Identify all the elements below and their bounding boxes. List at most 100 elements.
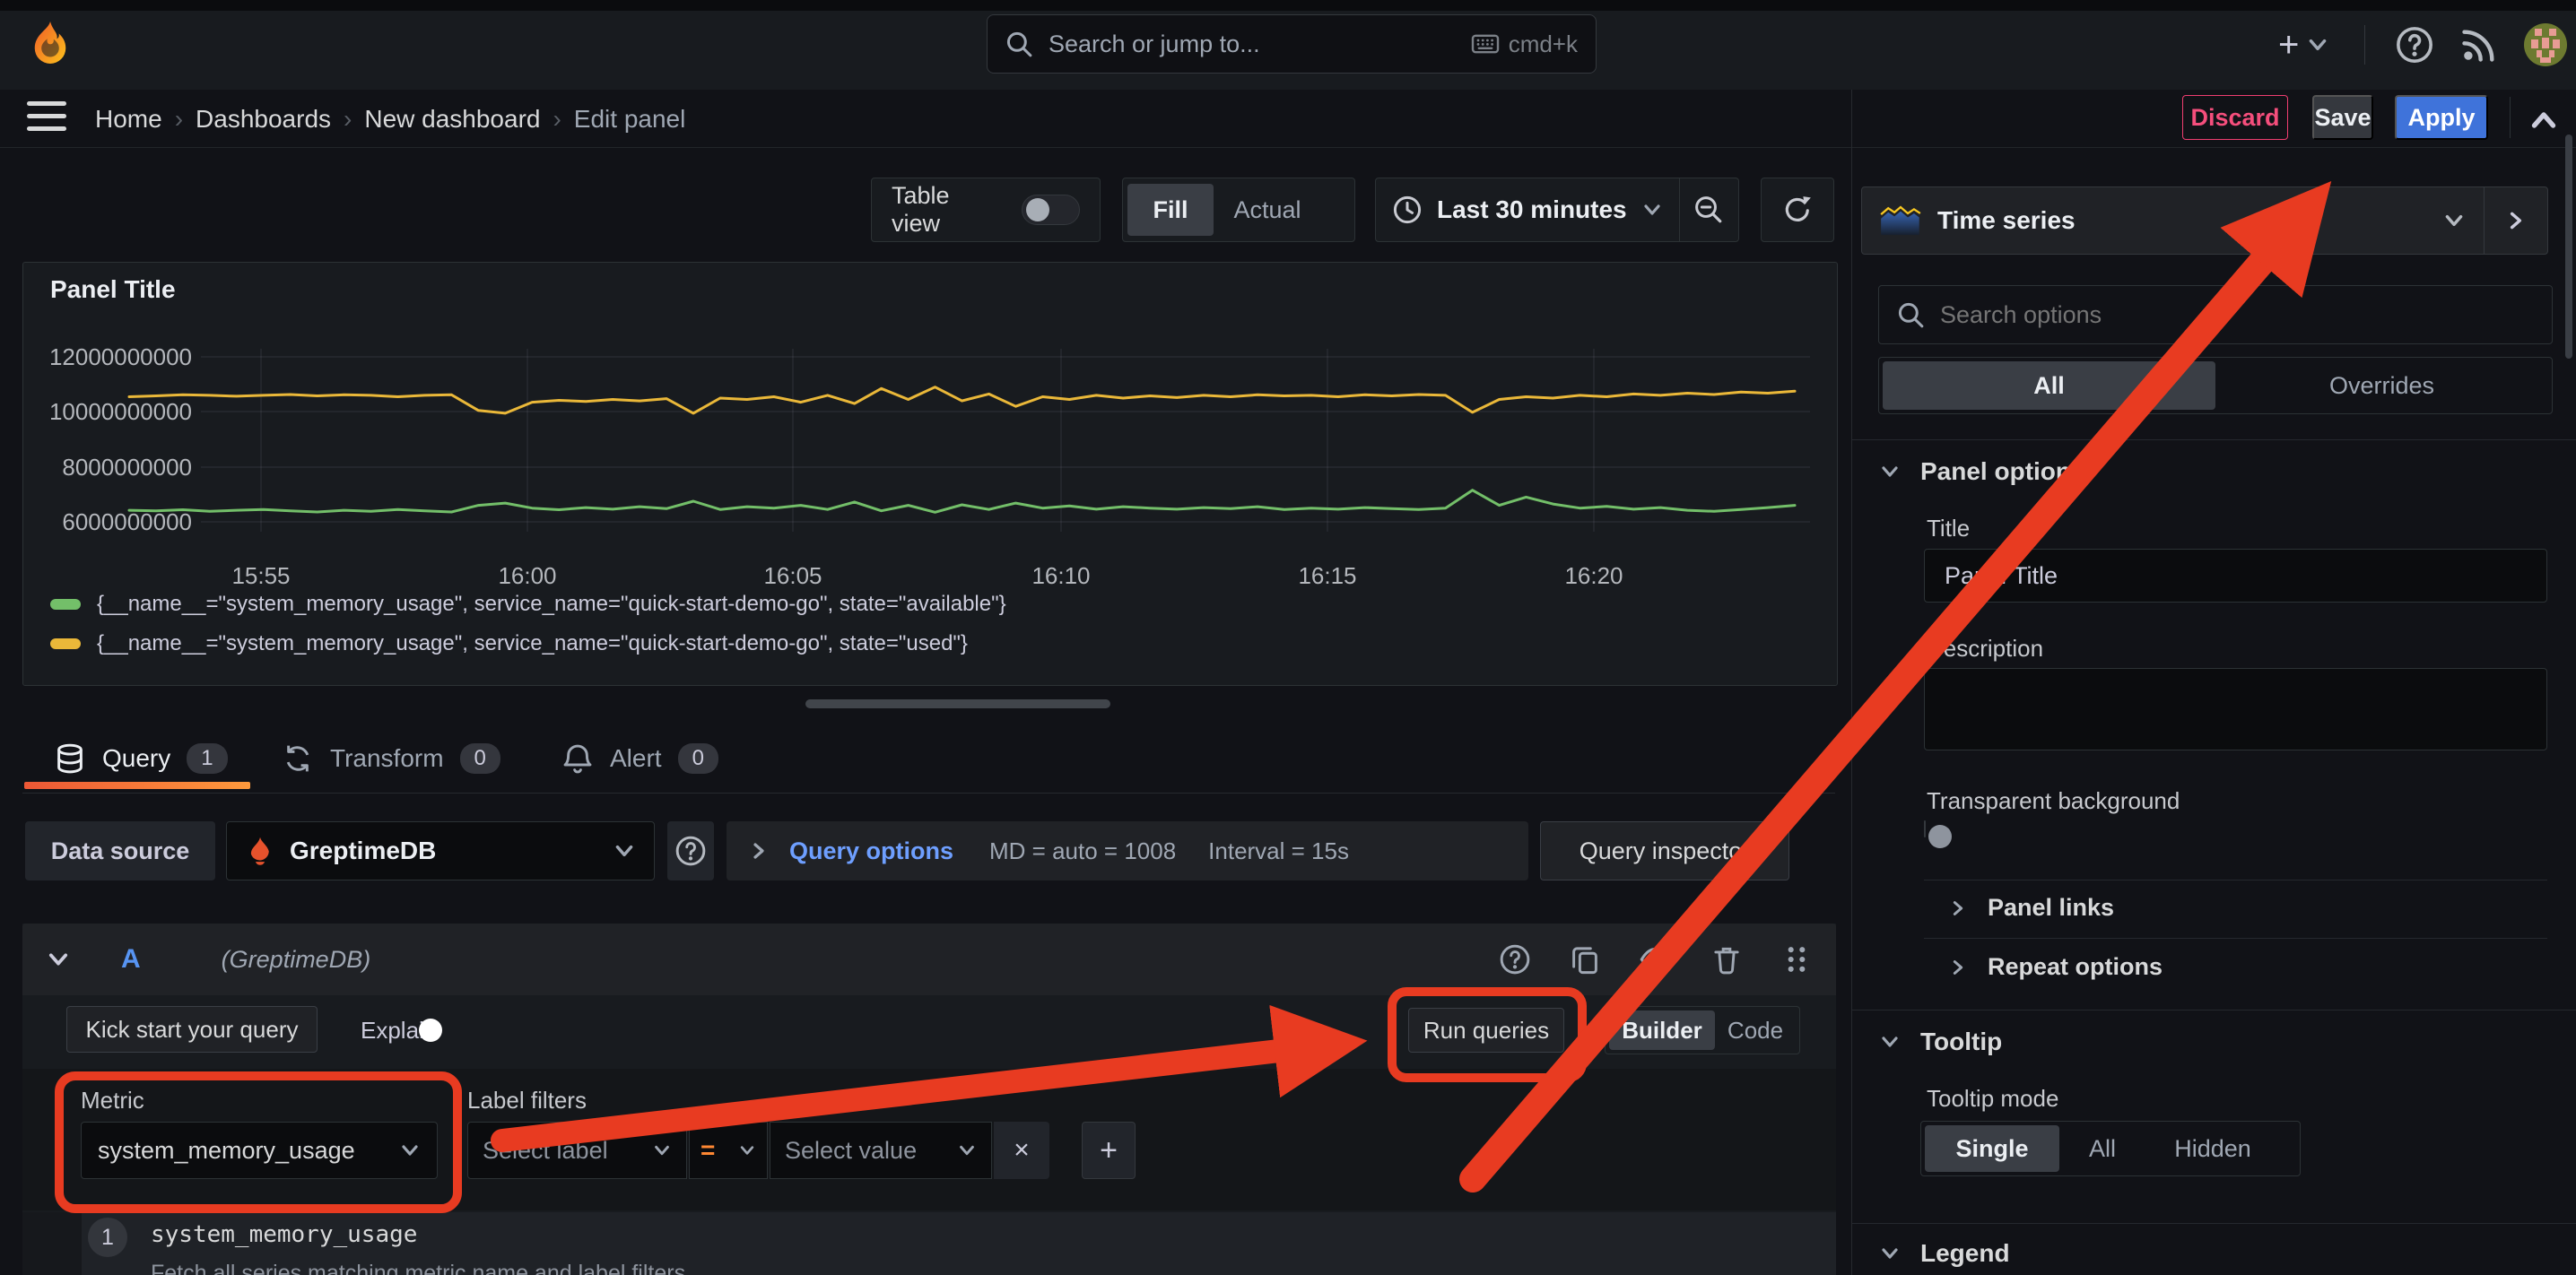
drag-handle-grip-icon[interactable] [1780, 943, 1813, 976]
time-range-picker[interactable]: Last 30 minutes [1376, 178, 1679, 241]
keyboard-icon [1471, 30, 1500, 58]
chevron-down-icon [1879, 1031, 1901, 1053]
svg-text:16:00: 16:00 [498, 562, 556, 589]
discard-button[interactable]: Discard [2182, 95, 2288, 140]
tab-query[interactable]: Query 1 [54, 742, 228, 775]
collapse-row-chevron-icon[interactable] [46, 947, 71, 972]
kick-start-query-button[interactable]: Kick start your query [66, 1006, 318, 1053]
tab-transform[interactable]: Transform 0 [282, 742, 500, 775]
chevron-down-icon [613, 839, 636, 863]
help-icon[interactable] [2395, 25, 2434, 65]
timeseries-viz-icon [1880, 204, 1921, 237]
svg-text:10000000000: 10000000000 [49, 398, 192, 425]
transparent-background-toggle[interactable] [1924, 820, 1926, 837]
query-options-bar[interactable]: Query options MD = auto = 1008 Interval … [727, 821, 1528, 880]
timeseries-chart[interactable]: 1200000000010000000000800000000060000000… [23, 333, 1826, 594]
user-avatar[interactable] [2524, 23, 2567, 66]
breadcrumb-new-dashboard[interactable]: New dashboard [364, 105, 540, 134]
actions-divider [2510, 97, 2511, 138]
run-queries-button[interactable]: Run queries [1408, 1008, 1564, 1053]
tooltip-section-header[interactable]: Tooltip [1879, 1028, 2002, 1056]
refresh-button[interactable] [1761, 178, 1834, 242]
collapse-pane-chevron-up-icon[interactable] [2528, 104, 2560, 136]
metric-field-label: Metric [81, 1087, 144, 1115]
tooltip-hidden-option[interactable]: Hidden [2145, 1125, 2280, 1172]
actual-option[interactable]: Actual [1217, 184, 1318, 236]
sidebar-scrollbar[interactable] [2565, 134, 2572, 359]
legend-section-header[interactable]: Legend [1879, 1239, 2010, 1268]
panel-title[interactable]: Panel Title [50, 275, 176, 304]
query-options-link[interactable]: Query options [789, 837, 953, 865]
select-label-dropdown[interactable]: Select label [467, 1122, 687, 1179]
operator-dropdown[interactable]: = [689, 1122, 768, 1179]
toggle-visibility-eye-icon[interactable] [1639, 942, 1673, 976]
query-expression-text[interactable]: system_memory_usage [151, 1221, 417, 1248]
breadcrumb-dashboards[interactable]: Dashboards [196, 105, 331, 134]
grafana-logo[interactable] [25, 20, 75, 70]
description-textarea[interactable] [1924, 668, 2547, 750]
legend-label-used[interactable]: {__name__="system_memory_usage", service… [97, 631, 968, 656]
svg-text:15:55: 15:55 [231, 562, 290, 589]
chevron-right-icon [1948, 898, 1968, 918]
breadcrumb-home[interactable]: Home [95, 105, 162, 134]
title-field-label: Title [1927, 515, 1970, 542]
panel-resize-scrollbar[interactable] [805, 699, 1110, 708]
datasource-name: GreptimeDB [290, 837, 436, 865]
active-tab-underline [24, 782, 250, 789]
alert-count-badge: 0 [678, 743, 718, 774]
search-options-box[interactable] [1878, 285, 2553, 344]
search-options-input[interactable] [1938, 300, 2534, 330]
clock-icon [1392, 195, 1423, 225]
save-button[interactable]: Save [2312, 95, 2373, 140]
tab-alert[interactable]: Alert 0 [561, 742, 718, 775]
code-option[interactable]: Code [1717, 1010, 1794, 1050]
select-value-placeholder: Select value [785, 1137, 917, 1165]
legend-item-used[interactable]: {__name__="system_memory_usage", service… [50, 629, 968, 659]
legend-item-available[interactable]: {__name__="system_memory_usage", service… [50, 589, 1006, 620]
visualization-select[interactable]: Time series [1862, 187, 2484, 254]
panel-links-section[interactable]: Panel links [1948, 894, 2114, 922]
panel-title-field[interactable] [1924, 549, 2547, 603]
operator-value: = [701, 1136, 715, 1165]
tab-overrides[interactable]: Overrides [2215, 361, 2548, 410]
table-view-toggle[interactable] [1022, 195, 1080, 225]
select-value-dropdown[interactable]: Select value [770, 1122, 992, 1179]
tooltip-single-option[interactable]: Single [1925, 1125, 2059, 1172]
duplicate-query-icon[interactable] [1569, 943, 1601, 976]
fill-option[interactable]: Fill [1127, 184, 1214, 236]
add-menu[interactable]: + [2278, 22, 2329, 68]
panel-options-section-header[interactable]: Panel options [1879, 457, 2085, 486]
builder-option[interactable]: Builder [1609, 1010, 1715, 1050]
search-input[interactable] [1047, 30, 1457, 59]
news-rss-icon[interactable] [2459, 25, 2499, 65]
panel-title-input[interactable] [1943, 561, 2528, 591]
tabs-bottom-border [22, 793, 1835, 794]
query-count-badge: 1 [187, 743, 227, 774]
chevron-down-icon [738, 1141, 756, 1159]
pane-splitter[interactable] [1851, 90, 1852, 1275]
query-preview-gutter [22, 1212, 82, 1275]
hamburger-menu-icon[interactable] [27, 101, 66, 131]
visualization-picker: Time series [1861, 186, 2548, 255]
query-help-icon[interactable] [1499, 943, 1531, 976]
remove-filter-button[interactable]: × [994, 1122, 1049, 1179]
tooltip-all-option[interactable]: All [2059, 1125, 2145, 1172]
legend-label-available[interactable]: {__name__="system_memory_usage", service… [97, 592, 1006, 617]
add-filter-button[interactable]: + [1082, 1122, 1136, 1179]
zoom-out-icon[interactable] [1680, 178, 1737, 241]
query-row-header[interactable]: A (GreptimeDB) [22, 924, 1836, 995]
global-search[interactable]: cmd+k [987, 14, 1597, 74]
breadcrumb: Home › Dashboards › New dashboard › Edit… [95, 104, 685, 134]
delete-query-trash-icon[interactable] [1710, 943, 1743, 976]
repeat-options-section[interactable]: Repeat options [1948, 953, 2163, 981]
datasource-help-button[interactable] [667, 821, 714, 880]
query-inspector-button[interactable]: Query inspector [1540, 821, 1789, 880]
metric-select[interactable]: system_memory_usage [81, 1122, 438, 1179]
datasource-picker[interactable]: GreptimeDB [226, 821, 655, 880]
breadcrumb-separator: › [162, 105, 196, 134]
tooltip-mode-label: Tooltip mode [1927, 1085, 2058, 1113]
tab-all[interactable]: All [1883, 361, 2215, 410]
apply-button[interactable]: Apply [2395, 95, 2488, 140]
collapse-options-chevron-right-icon[interactable] [2485, 187, 2547, 254]
query-ref-id[interactable]: A [121, 944, 141, 975]
